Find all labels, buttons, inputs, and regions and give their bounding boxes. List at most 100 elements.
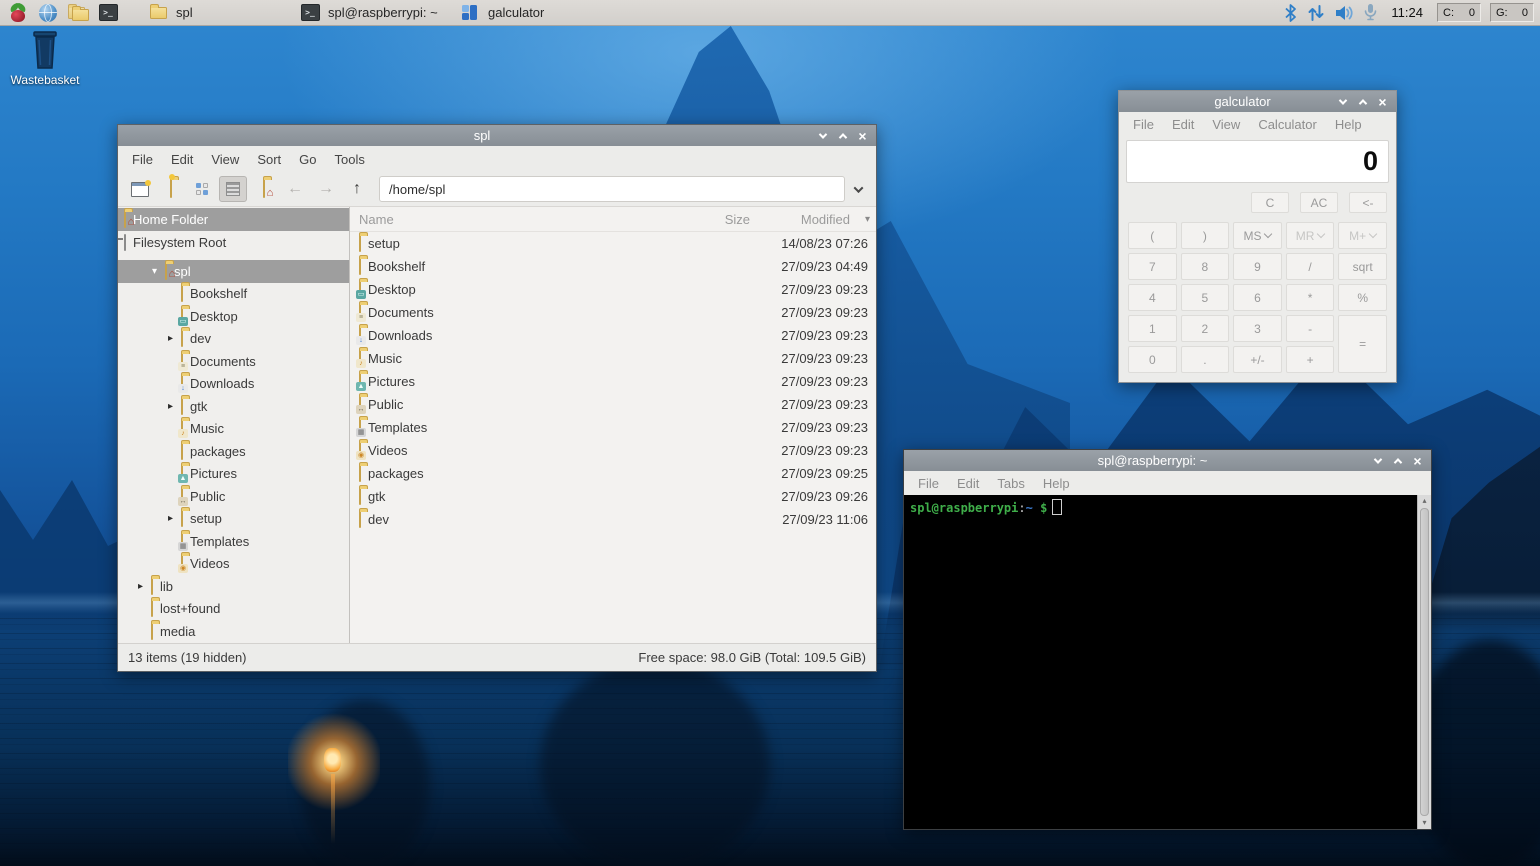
calculator-key[interactable]: - [1285,315,1335,342]
tree-row[interactable]: packages [118,440,349,463]
calculator-key[interactable]: ( [1128,222,1177,249]
scroll-down-icon[interactable]: ▾ [1422,817,1426,829]
terminal-launcher[interactable] [93,1,123,25]
forward-button[interactable]: → [312,176,340,202]
menu-item[interactable]: View [202,152,248,167]
close-button[interactable]: × [856,129,869,143]
gtk[interactable]: gtk 27/09/23 09:26 [350,485,876,508]
wastebasket-desktop-icon[interactable]: Wastebasket [8,30,82,87]
calculator-key[interactable]: . [1180,346,1230,373]
scrollbar-thumb[interactable] [1420,508,1429,816]
maximize-button[interactable] [1391,454,1404,467]
network-updown-icon[interactable] [1307,4,1325,22]
calculator-key[interactable]: 3 [1233,315,1282,342]
tree-row[interactable]: Downloads [118,373,349,396]
up-button[interactable]: ↑ [343,176,371,202]
calculator-key[interactable]: 1 [1128,315,1177,342]
calculator-key[interactable]: 0 [1128,346,1177,373]
tree-row[interactable]: media [118,620,349,643]
web-browser-launcher[interactable] [33,1,63,25]
volume-icon[interactable] [1334,4,1355,22]
calculator-key[interactable]: 7 [1128,253,1177,280]
file-manager-launcher[interactable] [63,1,93,25]
calculator-key[interactable]: MS [1233,222,1282,249]
menu-item[interactable]: Tabs [988,476,1033,491]
column-modified[interactable]: Modified [750,212,852,227]
setup[interactable]: setup 14/08/23 07:26 [350,232,876,255]
maximize-button[interactable] [1356,95,1369,108]
tree-row[interactable]: setup [118,508,349,531]
file-manager-titlebar[interactable]: spl × [118,125,876,146]
terminal-scrollbar[interactable]: ▴ ▾ [1417,495,1431,829]
path-dropdown-button[interactable] [848,182,868,193]
tree-row[interactable]: gtk [118,395,349,418]
close-button[interactable]: × [1411,454,1424,468]
Public[interactable]: Public 27/09/23 09:23 [350,393,876,416]
calculator-key[interactable]: M+ [1338,222,1387,249]
Videos[interactable]: Videos 27/09/23 09:23 [350,439,876,462]
Pictures[interactable]: Pictures 27/09/23 09:23 [350,370,876,393]
calculator-key[interactable]: <- [1349,192,1387,213]
maximize-button[interactable] [836,129,849,142]
new-tab-button[interactable] [126,176,154,202]
calculator-key[interactable]: 8 [1180,253,1230,280]
tree-row[interactable]: Music [118,418,349,441]
terminal-screen[interactable]: spl@raspberrypi:~ $ ▴ ▾ [904,495,1431,829]
taskbar-window-button[interactable]: spl [143,1,295,25]
Downloads[interactable]: Downloads 27/09/23 09:23 [350,324,876,347]
menu-item[interactable]: Edit [1163,117,1203,132]
calculator-key[interactable]: 6 [1233,284,1282,311]
Desktop[interactable]: Desktop 27/09/23 09:23 [350,278,876,301]
tree-expander[interactable] [134,581,147,592]
Bookshelf[interactable]: Bookshelf 27/09/23 04:49 [350,255,876,278]
taskbar-window-button[interactable]: galculator [455,1,575,25]
list-view-button[interactable] [219,176,247,202]
tree-expander[interactable] [164,401,177,412]
calculator-titlebar[interactable]: galculator × [1119,91,1396,112]
tree-expander[interactable] [164,333,177,344]
tree-row[interactable]: Pictures [118,463,349,486]
menu-item[interactable]: File [123,152,162,167]
tree-row[interactable]: spl [118,260,349,283]
calculator-key[interactable]: + [1285,346,1335,373]
menu-item[interactable]: Help [1326,117,1371,132]
tree-row[interactable]: Desktop [118,305,349,328]
scroll-up-icon[interactable]: ▴ [1422,495,1426,507]
close-button[interactable]: × [1376,95,1389,109]
tree-row[interactable]: Public [118,485,349,508]
menu-item[interactable]: Calculator [1249,117,1326,132]
calculator-key[interactable]: ) [1180,222,1230,249]
menu-raspberry-button[interactable] [3,1,33,25]
clock[interactable]: 11:24 [1391,5,1423,20]
tree-row[interactable]: Videos [118,553,349,576]
Templates[interactable]: Templates 27/09/23 09:23 [350,416,876,439]
column-name[interactable]: Name [359,212,692,227]
Music[interactable]: Music 27/09/23 09:23 [350,347,876,370]
column-size[interactable]: Size [692,212,750,227]
calculator-key[interactable]: = [1338,315,1387,373]
shade-button[interactable] [1371,454,1384,467]
tree-row[interactable]: Templates [118,530,349,553]
icon-view-button[interactable] [188,176,216,202]
menu-item[interactable]: Tools [326,152,374,167]
tree-row[interactable]: dev [118,328,349,351]
home-button[interactable] [250,176,278,202]
calculator-key[interactable]: 9 [1233,253,1282,280]
taskbar-window-button[interactable]: spl@raspberrypi: ~ [295,1,455,25]
tree-row[interactable]: lib [118,575,349,598]
bluetooth-icon[interactable] [1283,3,1298,22]
tree-expander[interactable] [148,266,161,277]
place-row[interactable]: Filesystem Root [118,231,349,254]
tree-row[interactable]: Documents [118,350,349,373]
calculator-key[interactable]: 2 [1180,315,1230,342]
calculator-key[interactable]: sqrt [1338,253,1387,280]
calculator-key[interactable]: 5 [1180,284,1230,311]
calculator-key[interactable]: % [1338,284,1387,311]
calculator-key[interactable]: +/- [1233,346,1282,373]
calculator-key[interactable]: 4 [1128,284,1177,311]
back-button[interactable]: ← [281,176,309,202]
calculator-key[interactable]: * [1285,284,1335,311]
microphone-icon[interactable] [1364,3,1377,22]
calculator-key[interactable]: / [1285,253,1335,280]
new-folder-button[interactable] [157,174,185,202]
